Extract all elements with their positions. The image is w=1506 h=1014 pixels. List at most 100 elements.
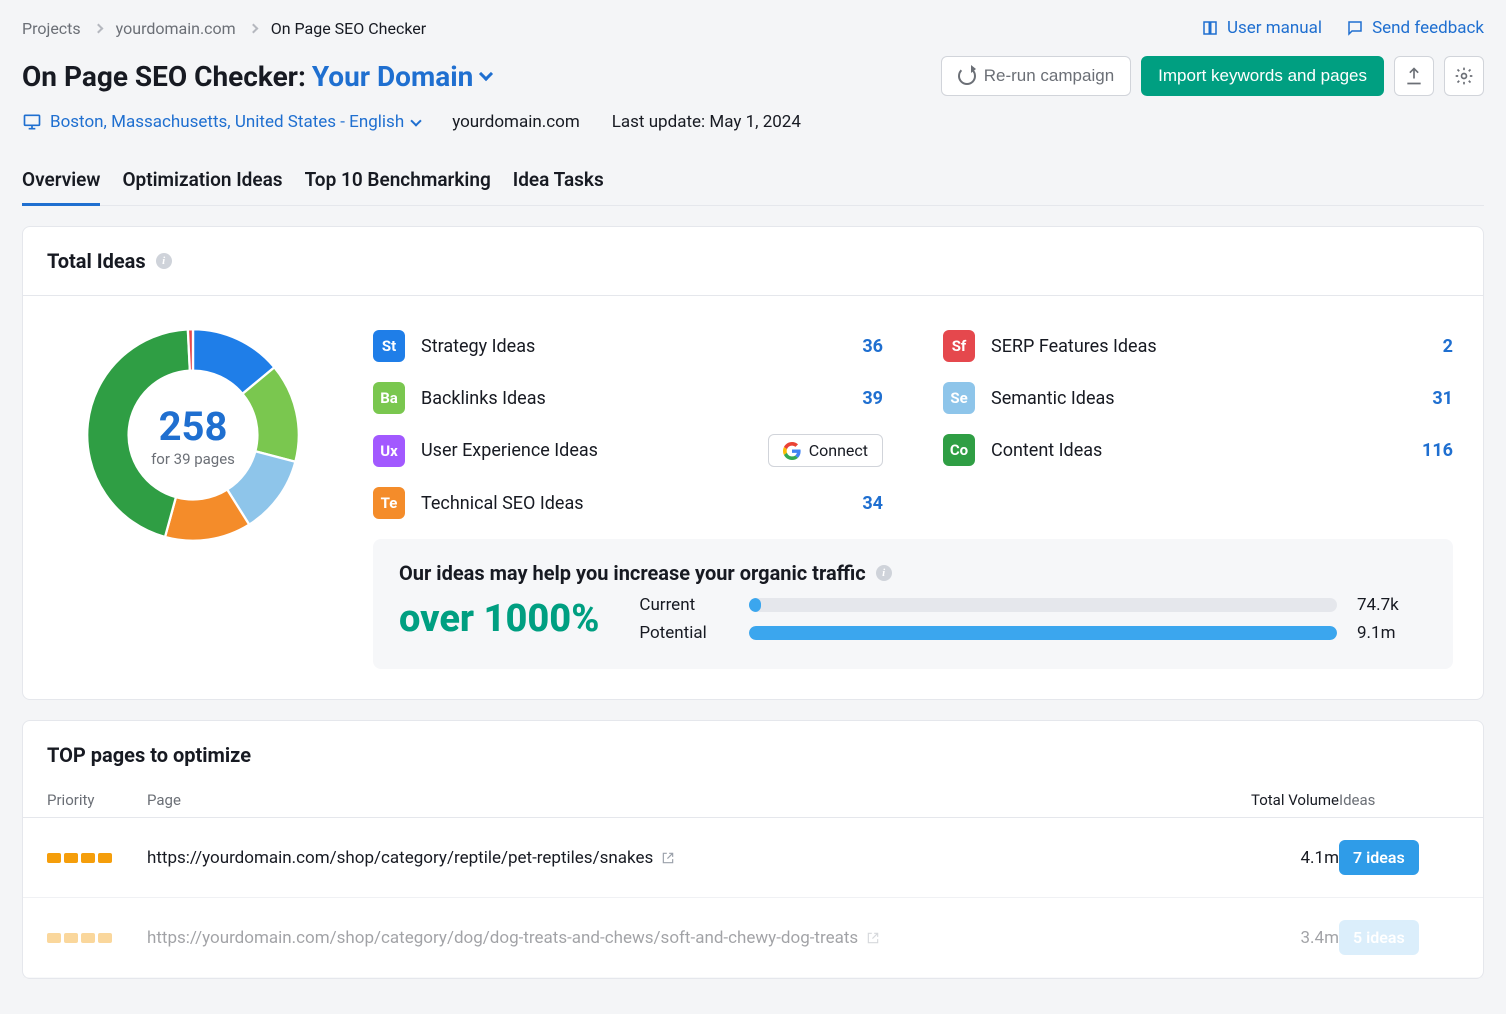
breadcrumb: Projects yourdomain.com On Page SEO Chec… [22,19,426,38]
breadcrumb-current: On Page SEO Checker [271,19,426,38]
ideas-button[interactable]: 5 ideas [1339,920,1419,955]
external-link-icon [661,851,675,865]
col-ideas: Ideas [1339,791,1459,809]
info-icon[interactable]: i [156,253,172,269]
breadcrumb-projects[interactable]: Projects [22,19,81,38]
idea-badge: Co [943,434,975,466]
idea-label: User Experience Ideas [421,440,754,461]
breadcrumb-domain[interactable]: yourdomain.com [116,19,236,38]
import-keywords-button[interactable]: Import keywords and pages [1141,56,1384,96]
table-row: https://yourdomain.com/shop/category/rep… [23,818,1483,898]
col-total-volume: Total Volume [1199,791,1339,809]
idea-categories: StStrategy Ideas36BaBacklinks Ideas39UxU… [373,320,1453,529]
location-selector[interactable]: Boston, Massachusetts, United States - E… [22,112,420,132]
page-url[interactable]: https://yourdomain.com/shop/category/rep… [147,848,1199,868]
rerun-campaign-button[interactable]: Re-run campaign [941,56,1131,96]
idea-count: 34 [862,493,883,514]
user-manual-link[interactable]: User manual [1201,18,1322,38]
idea-badge: St [373,330,405,362]
idea-row[interactable]: Te Technical SEO Ideas 34 [373,477,883,529]
chevron-down-icon [411,115,422,126]
total-volume: 4.1m [1199,848,1339,868]
idea-label: SERP Features Ideas [991,336,1429,357]
connect-google-button[interactable]: Connect [768,434,883,467]
current-bar [749,598,1337,612]
donut-sub-text: for 39 pages [151,450,235,468]
traffic-boost-box: Our ideas may help you increase your org… [373,539,1453,669]
total-volume: 3.4m [1199,928,1339,948]
idea-row[interactable]: Ba Backlinks Ideas 39 [373,372,883,424]
priority-indicator [47,853,147,863]
book-icon [1201,19,1219,37]
total-ideas-card: Total Ideas i 258 for 39 pages St Strateg… [22,226,1484,700]
potential-value: 9.1m [1357,623,1427,643]
idea-count: 36 [862,336,883,357]
refresh-icon [958,67,976,85]
boost-percentage: over 1000% [399,597,599,641]
table-row: https://yourdomain.com/shop/category/dog… [23,898,1483,978]
tabs: Overview Optimization Ideas Top 10 Bench… [22,168,1484,206]
potential-bar [749,626,1337,640]
idea-count: 2 [1443,336,1453,357]
idea-count: 31 [1432,388,1453,409]
domain-selector[interactable]: Your Domain [312,60,492,93]
boost-headline: Our ideas may help you increase your org… [399,561,866,585]
idea-label: Semantic Ideas [991,388,1418,409]
idea-label: Strategy Ideas [421,336,848,357]
send-feedback-link[interactable]: Send feedback [1346,18,1484,38]
external-link-icon [866,931,880,945]
settings-button[interactable] [1444,56,1484,96]
idea-badge: Se [943,382,975,414]
idea-label: Technical SEO Ideas [421,493,848,514]
top-pages-table-head: Priority Page Total Volume Ideas [23,783,1483,818]
col-priority: Priority [47,791,147,809]
user-manual-label: User manual [1227,18,1322,38]
tab-overview[interactable]: Overview [22,168,100,206]
domain-selector-label: Your Domain [312,60,474,93]
info-icon[interactable]: i [876,565,892,581]
potential-label: Potential [639,623,729,643]
import-keywords-label: Import keywords and pages [1158,66,1367,86]
gear-icon [1454,66,1474,86]
priority-indicator [47,933,147,943]
total-ideas-donut: 258 for 39 pages [78,320,308,550]
chevron-right-icon [248,23,258,33]
total-ideas-title: Total Ideas [47,249,146,273]
idea-row[interactable]: Co Content Ideas 116 [943,424,1453,476]
chevron-down-icon [479,67,493,81]
idea-row[interactable]: Sf SERP Features Ideas 2 [943,320,1453,372]
current-label: Current [639,595,729,615]
idea-row[interactable]: Ux User Experience Ideas Connect [373,424,883,477]
domain-text: yourdomain.com [452,112,580,132]
export-button[interactable] [1394,56,1434,96]
idea-count: 116 [1422,440,1453,461]
ideas-button[interactable]: 7 ideas [1339,840,1419,875]
top-pages-title: TOP pages to optimize [23,721,1483,783]
idea-badge: Te [373,487,405,519]
idea-badge: Ba [373,382,405,414]
feedback-icon [1346,19,1364,37]
upload-icon [1404,66,1424,86]
monitor-icon [22,112,42,132]
tab-top-10-benchmarking[interactable]: Top 10 Benchmarking [305,168,491,206]
current-value: 74.7k [1357,595,1427,615]
idea-label: Backlinks Ideas [421,388,848,409]
rerun-campaign-label: Re-run campaign [984,66,1114,86]
idea-row[interactable]: St Strategy Ideas 36 [373,320,883,372]
google-icon [783,442,801,460]
send-feedback-label: Send feedback [1372,18,1484,38]
tab-idea-tasks[interactable]: Idea Tasks [513,168,604,206]
idea-count: 39 [862,388,883,409]
idea-badge: Ux [373,435,405,467]
donut-total-number: 258 [159,403,228,450]
top-pages-card: TOP pages to optimize Priority Page Tota… [22,720,1484,979]
idea-label: Content Ideas [991,440,1408,461]
page-title: On Page SEO Checker: [22,60,306,93]
location-label: Boston, Massachusetts, United States - E… [50,112,404,132]
page-url[interactable]: https://yourdomain.com/shop/category/dog… [147,928,1199,948]
last-update: Last update: May 1, 2024 [612,112,801,132]
idea-row[interactable]: Se Semantic Ideas 31 [943,372,1453,424]
col-page: Page [147,791,1199,809]
tab-optimization-ideas[interactable]: Optimization Ideas [122,168,282,206]
idea-badge: Sf [943,330,975,362]
